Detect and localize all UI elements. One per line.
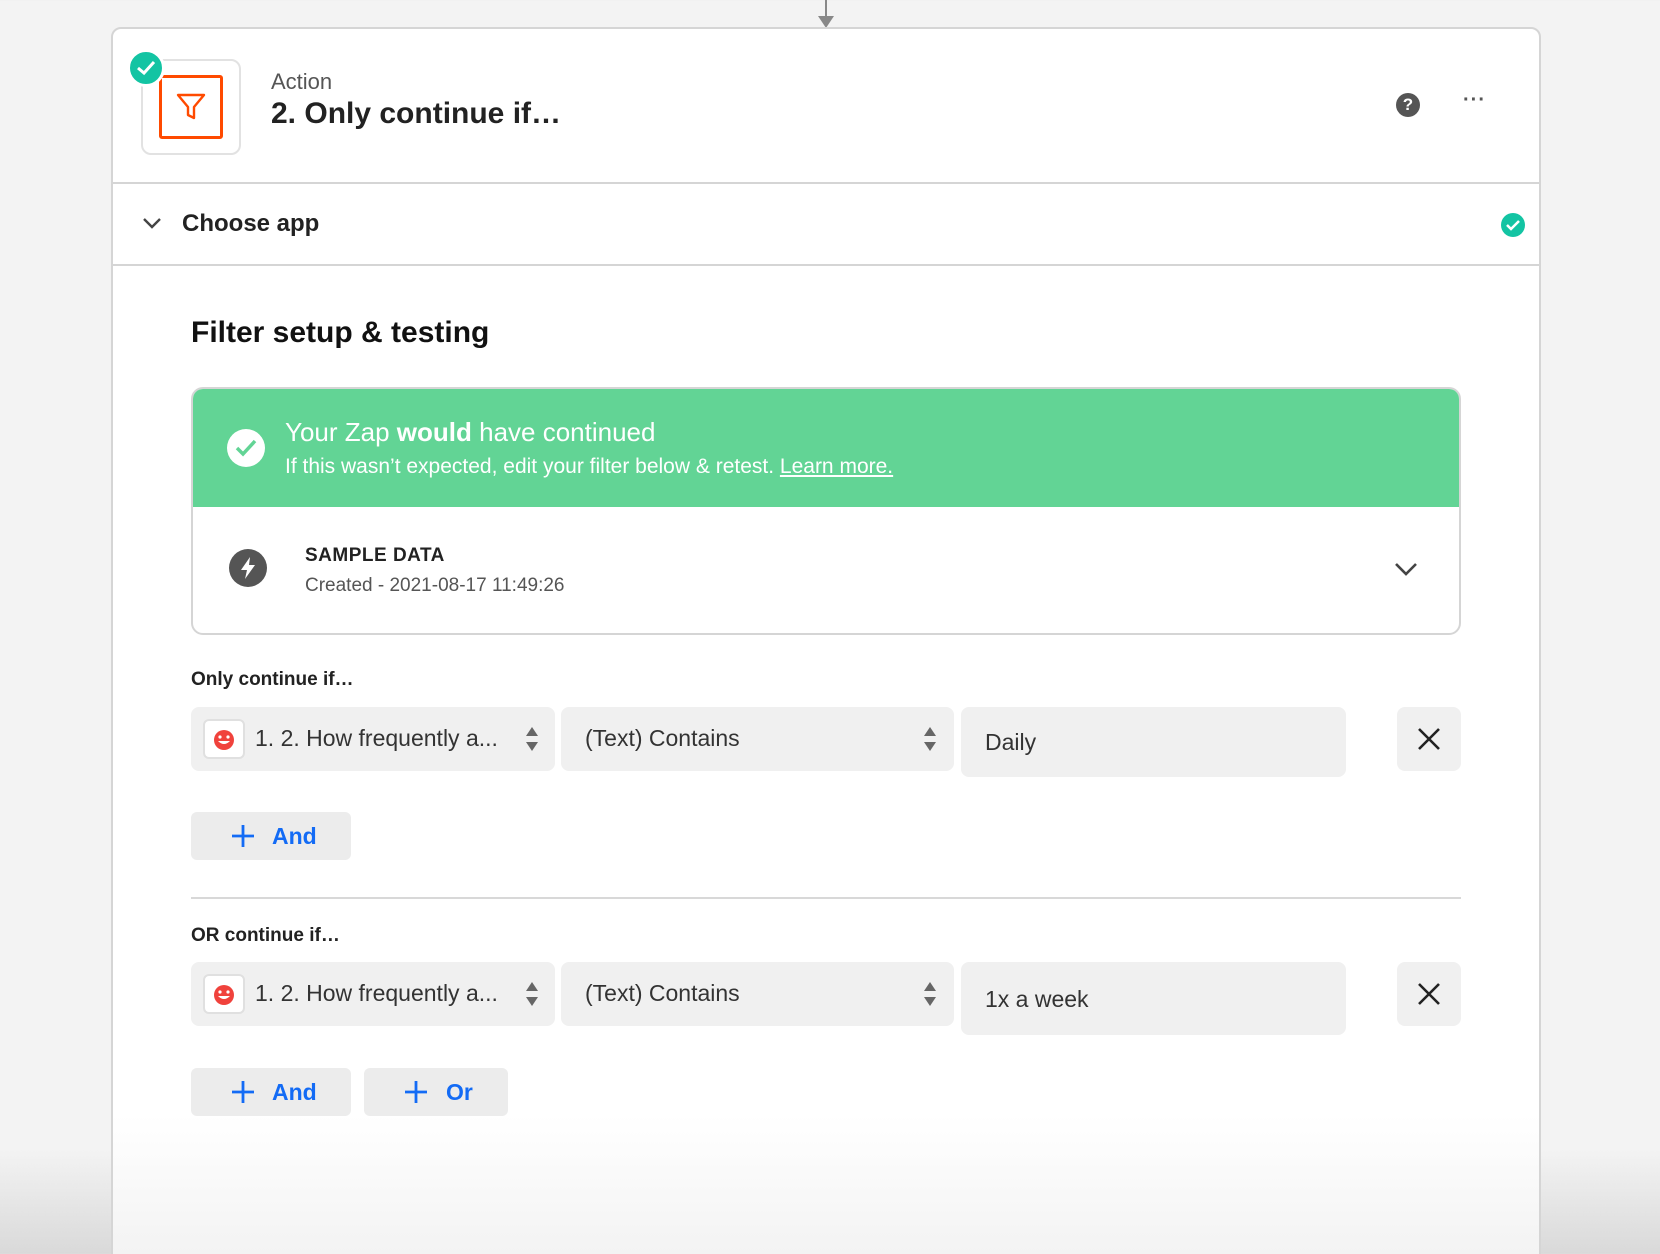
choose-app-section[interactable]: Choose app — [113, 184, 1539, 266]
check-circle-icon — [127, 49, 165, 87]
add-and-button[interactable]: And — [191, 1068, 351, 1116]
group-label: Only continue if… — [191, 669, 354, 690]
add-or-button[interactable]: Or — [364, 1068, 508, 1116]
success-banner: Your Zap would have continued If this wa… — [193, 389, 1459, 507]
learn-more-link[interactable]: Learn more. — [780, 455, 893, 478]
add-and-label: And — [272, 1079, 317, 1105]
sample-data-created: Created - 2021-08-17 11:49:26 — [305, 575, 565, 596]
plus-icon — [405, 1081, 427, 1103]
step-card: Action 2. Only continue if… ? ··· Choose… — [111, 27, 1541, 1254]
check-circle-icon — [227, 429, 265, 467]
field-select[interactable]: 1. 2. How frequently a... — [191, 962, 555, 1026]
sort-arrows-icon — [924, 982, 936, 1006]
sort-arrows-icon — [526, 727, 538, 751]
add-and-label: And — [272, 823, 317, 849]
condition-select-value: (Text) Contains — [585, 725, 740, 751]
test-result-box: Your Zap would have continued If this wa… — [191, 387, 1461, 635]
step-title[interactable]: 2. Only continue if… — [271, 97, 561, 131]
field-select[interactable]: 1. 2. How frequently a... — [191, 707, 555, 771]
choose-app-label: Choose app — [182, 210, 320, 237]
sort-arrows-icon — [526, 982, 538, 1006]
condition-select-value: (Text) Contains — [585, 980, 740, 1006]
remove-rule-button[interactable] — [1397, 962, 1461, 1026]
value-input[interactable]: Daily — [961, 707, 1346, 777]
step-kind-label: Action — [271, 69, 333, 94]
step-header[interactable]: Action 2. Only continue if… ? ··· — [113, 29, 1539, 184]
value-input-text: 1x a week — [985, 986, 1089, 1012]
divider — [191, 897, 1461, 899]
close-icon — [1418, 983, 1440, 1005]
plus-icon — [232, 1081, 254, 1103]
value-input[interactable]: 1x a week — [961, 962, 1346, 1035]
card-bottom-fade — [113, 1115, 1539, 1254]
field-select-value: 1. 2. How frequently a... — [255, 980, 498, 1006]
condition-select[interactable]: (Text) Contains — [561, 707, 954, 771]
sample-data-row[interactable]: SAMPLE DATA Created - 2021-08-17 11:49:2… — [193, 507, 1459, 633]
banner-subtext: If this wasn’t expected, edit your filte… — [285, 455, 894, 478]
question-mark-circle-icon[interactable]: ? — [1396, 93, 1420, 117]
chevron-down-icon[interactable] — [1393, 560, 1419, 578]
sort-arrows-icon — [924, 727, 936, 751]
ellipsis-icon[interactable]: ··· — [1463, 89, 1486, 112]
check-circle-icon — [1501, 213, 1525, 237]
close-icon — [1418, 728, 1440, 750]
smiley-app-icon — [203, 719, 245, 759]
add-and-button[interactable]: And — [191, 812, 351, 860]
section-title: Filter setup & testing — [191, 316, 490, 349]
field-select-value: 1. 2. How frequently a... — [255, 725, 498, 751]
lightning-bolt-icon — [229, 549, 267, 587]
sample-data-title: SAMPLE DATA — [305, 545, 445, 566]
group-label: OR continue if… — [191, 925, 340, 946]
chevron-down-icon — [143, 218, 161, 229]
condition-select[interactable]: (Text) Contains — [561, 962, 954, 1026]
plus-icon — [232, 825, 254, 847]
value-input-text: Daily — [985, 729, 1037, 755]
smiley-app-icon — [203, 974, 245, 1014]
add-or-label: Or — [446, 1079, 473, 1105]
filter-funnel-icon — [159, 75, 223, 139]
banner-headline: Your Zap would have continued — [285, 417, 656, 447]
remove-rule-button[interactable] — [1397, 707, 1461, 771]
